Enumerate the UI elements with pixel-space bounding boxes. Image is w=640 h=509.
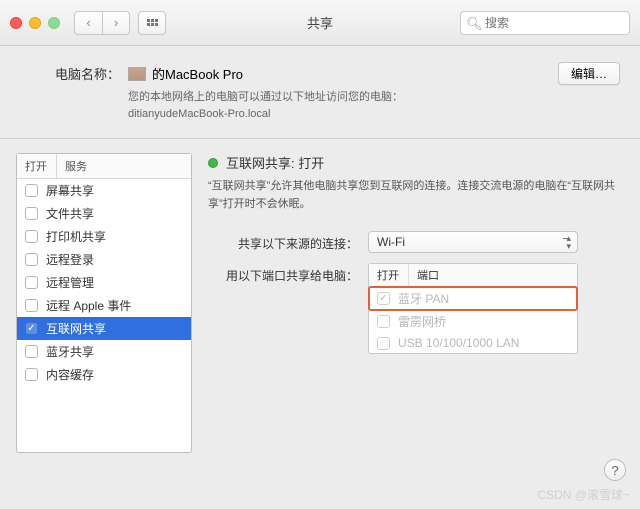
checkbox[interactable]: [25, 368, 38, 381]
titlebar: ‹ › 共享 🔍︎: [0, 0, 640, 46]
watermark: CSDN @滚雪球~: [537, 486, 630, 503]
sidebar-item[interactable]: 内容缓存: [17, 363, 191, 386]
ports-col-port: 端口: [409, 264, 447, 286]
port-row[interactable]: 雷雳网桥: [369, 310, 577, 333]
chevron-updown-icon: ▴▾: [566, 234, 571, 250]
services-sidebar: 打开 服务 屏幕共享文件共享打印机共享远程登录远程管理远程 Apple 事件互联…: [16, 153, 192, 453]
checkbox[interactable]: [377, 337, 390, 350]
edit-button[interactable]: 编辑…: [558, 62, 620, 85]
avatar-swatch: [128, 67, 146, 81]
col-service: 服务: [57, 154, 95, 178]
ports-col-on: 打开: [369, 264, 409, 286]
computer-name-label: 电脑名称：: [20, 64, 120, 83]
search-icon: 🔍︎: [466, 16, 483, 32]
checkbox[interactable]: [25, 345, 38, 358]
zoom-icon[interactable]: [48, 17, 60, 29]
source-select[interactable]: Wi-Fi ▴▾: [368, 231, 578, 253]
sidebar-item-label: 蓝牙共享: [46, 343, 94, 360]
port-row[interactable]: 蓝牙 PAN: [369, 287, 577, 310]
status-indicator-icon: [208, 158, 218, 168]
port-label: 雷雳网桥: [398, 313, 446, 330]
checkbox[interactable]: [377, 292, 390, 305]
sidebar-item[interactable]: 蓝牙共享: [17, 340, 191, 363]
sidebar-item-label: 远程 Apple 事件: [46, 297, 131, 314]
source-value: Wi-Fi: [377, 235, 405, 249]
sidebar-item-label: 互联网共享: [46, 320, 106, 337]
ports-header: 打开 端口: [369, 264, 577, 287]
computer-desc-line2: ditianyudeMacBook-Pro.local: [128, 106, 620, 123]
port-label: 蓝牙 PAN: [398, 290, 449, 307]
sidebar-item[interactable]: 远程 Apple 事件: [17, 294, 191, 317]
window-controls: [10, 17, 60, 29]
checkbox[interactable]: [377, 315, 390, 328]
status-title: 互联网共享: 打开: [226, 153, 324, 172]
ports-table: 打开 端口 蓝牙 PAN 雷雳网桥 USB 10/100/1000 LAN: [368, 263, 578, 354]
checkbox[interactable]: [25, 276, 38, 289]
search-field[interactable]: 🔍︎: [460, 11, 630, 35]
ports-label: 用以下端口共享给电脑：: [208, 263, 368, 284]
show-all-button[interactable]: [138, 11, 166, 35]
sidebar-item-label: 文件共享: [46, 205, 94, 222]
sidebar-item-label: 屏幕共享: [46, 182, 94, 199]
sidebar-item[interactable]: 远程管理: [17, 271, 191, 294]
help-button[interactable]: ?: [604, 459, 626, 481]
sidebar-item[interactable]: 打印机共享: [17, 225, 191, 248]
services-list[interactable]: 屏幕共享文件共享打印机共享远程登录远程管理远程 Apple 事件互联网共享蓝牙共…: [17, 179, 191, 452]
sidebar-item-label: 内容缓存: [46, 366, 94, 383]
sidebar-item[interactable]: 远程登录: [17, 248, 191, 271]
computer-address-desc: 您的本地网络上的电脑可以通过以下地址访问您的电脑： ditianyudeMacB…: [128, 89, 620, 122]
port-label: USB 10/100/1000 LAN: [398, 336, 519, 350]
sidebar-item-label: 打印机共享: [46, 228, 106, 245]
grid-icon: [147, 19, 158, 26]
col-on: 打开: [17, 154, 57, 178]
sidebar-item-label: 远程登录: [46, 251, 94, 268]
minimize-icon[interactable]: [29, 17, 41, 29]
status-description: “互联网共享”允许其他电脑共享您到互联网的连接。连接交流电源的电脑在“互联网共享…: [208, 178, 624, 213]
checkbox[interactable]: [25, 184, 38, 197]
status-row: 互联网共享: 打开: [208, 153, 624, 172]
search-input[interactable]: [460, 11, 630, 35]
checkbox[interactable]: [25, 299, 38, 312]
sidebar-item[interactable]: 文件共享: [17, 202, 191, 225]
computer-name-value: 的MacBook Pro: [128, 64, 243, 83]
computer-name-text: 的MacBook Pro: [152, 64, 243, 83]
source-label: 共享以下来源的连接：: [208, 231, 368, 252]
checkbox[interactable]: [25, 230, 38, 243]
services-header: 打开 服务: [17, 154, 191, 179]
sidebar-item-label: 远程管理: [46, 274, 94, 291]
port-row[interactable]: USB 10/100/1000 LAN: [369, 333, 577, 353]
sidebar-item[interactable]: 屏幕共享: [17, 179, 191, 202]
checkbox[interactable]: [25, 207, 38, 220]
checkbox[interactable]: [25, 322, 38, 335]
computer-name-section: 电脑名称： 的MacBook Pro 编辑… 您的本地网络上的电脑可以通过以下地…: [0, 46, 640, 134]
main-area: 打开 服务 屏幕共享文件共享打印机共享远程登录远程管理远程 Apple 事件互联…: [0, 139, 640, 453]
sidebar-item[interactable]: 互联网共享: [17, 317, 191, 340]
close-icon[interactable]: [10, 17, 22, 29]
detail-panel: 互联网共享: 打开 “互联网共享”允许其他电脑共享您到互联网的连接。连接交流电源…: [208, 153, 624, 453]
nav-segmented: ‹ ›: [74, 11, 130, 35]
back-button[interactable]: ‹: [74, 11, 102, 35]
computer-desc-line1: 您的本地网络上的电脑可以通过以下地址访问您的电脑：: [128, 89, 620, 106]
checkbox[interactable]: [25, 253, 38, 266]
forward-button[interactable]: ›: [102, 11, 130, 35]
